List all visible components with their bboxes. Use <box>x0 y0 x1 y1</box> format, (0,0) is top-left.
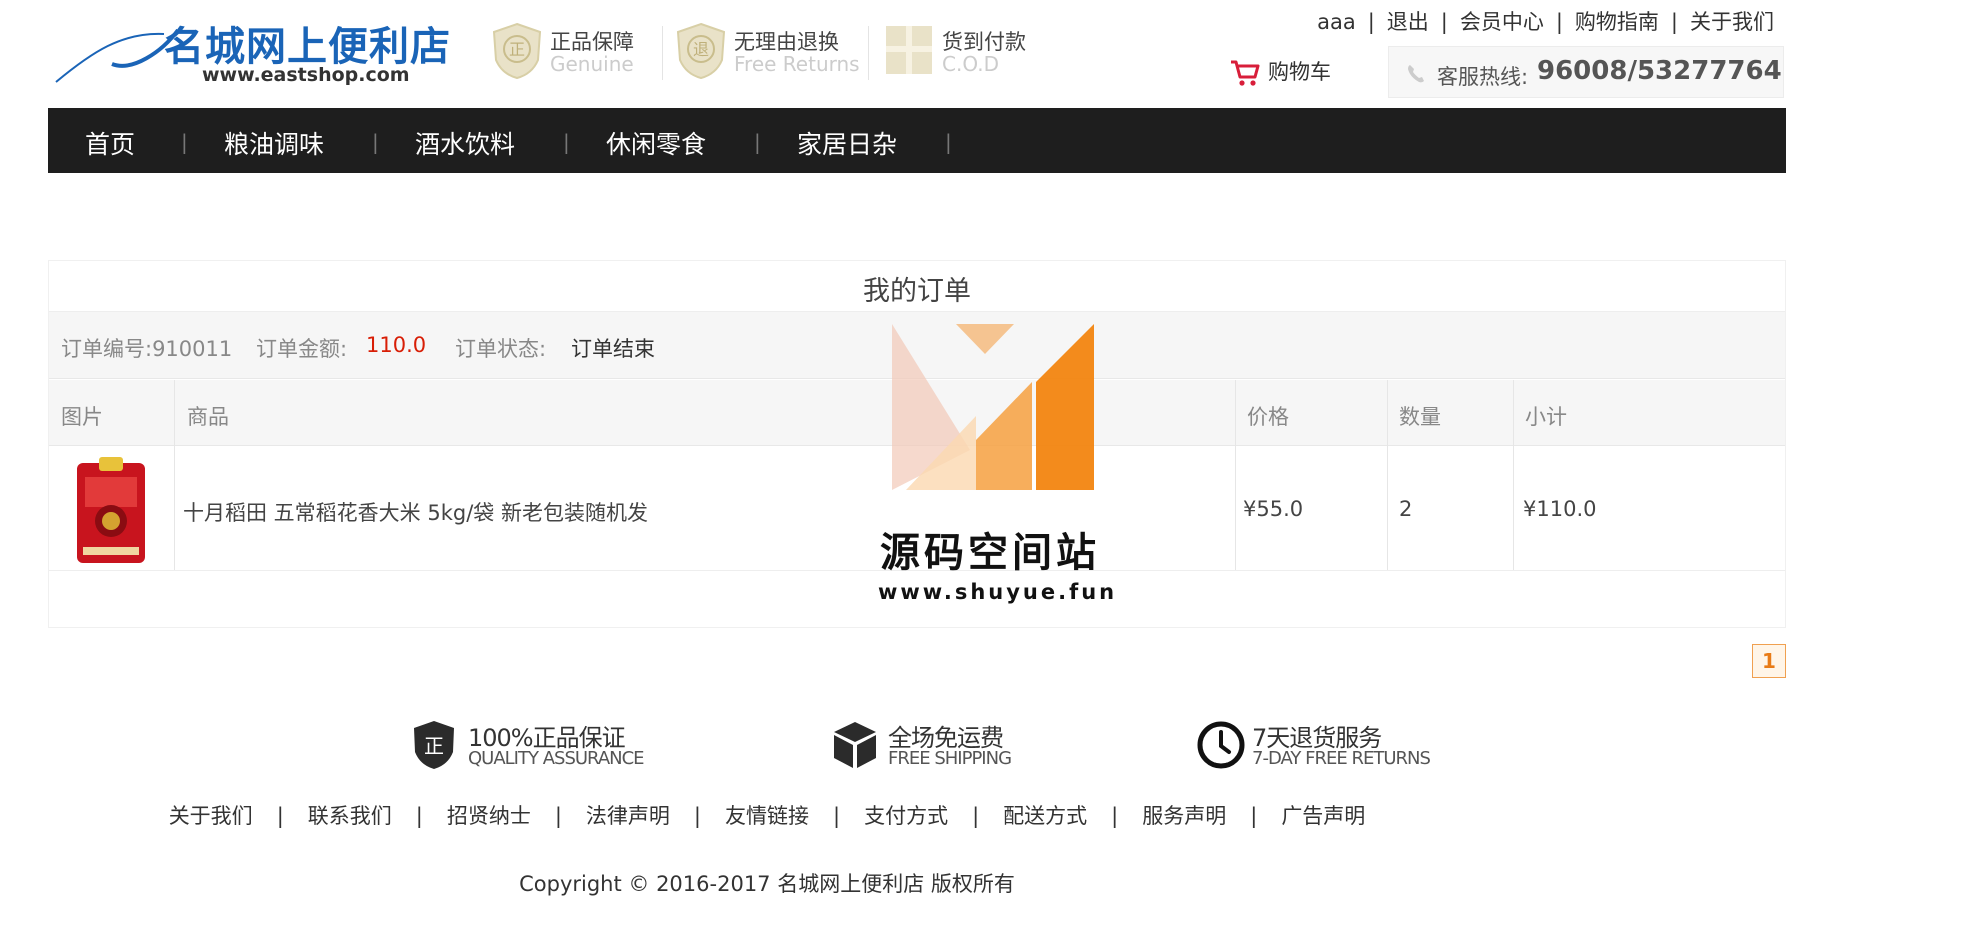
footer-link-friends[interactable]: 友情链接 <box>725 804 809 828</box>
member-center-link[interactable]: 会员中心 <box>1460 10 1544 34</box>
svg-text:正: 正 <box>509 40 525 59</box>
package-box-icon <box>834 722 876 768</box>
footer-link-contact[interactable]: 联系我们 <box>308 804 392 828</box>
watermark-url: www.shuyue.fun <box>878 580 1118 604</box>
footer-link-payment[interactable]: 支付方式 <box>864 804 948 828</box>
service-shipping: 全场免运费 FREE SHIPPING <box>832 718 1052 774</box>
link-separator: | <box>972 804 980 828</box>
product-price: ¥55.0 <box>1243 497 1304 521</box>
link-separator: | <box>1250 804 1258 828</box>
watermark-title: 源码空间站 <box>880 530 1100 576</box>
column-header-image: 图片 <box>61 405 103 429</box>
hotline-number: 96008/53277764 <box>1537 56 1782 86</box>
service-quality-en: QUALITY ASSURANCE <box>468 748 645 769</box>
guarantee-returns-en: Free Returns <box>734 52 860 76</box>
site-logo[interactable]: 名城网上便利店 www.eastshop.com <box>52 12 452 88</box>
guarantee-cod: 货到付款 C.O.D <box>884 22 1044 84</box>
quality-shield-icon: 正 <box>414 721 454 769</box>
link-separator: | <box>833 804 841 828</box>
footer-link-service[interactable]: 服务声明 <box>1142 804 1226 828</box>
column-header-product: 商品 <box>187 405 229 429</box>
link-separator: | <box>693 804 701 828</box>
order-status-label: 订单状态: <box>455 337 547 361</box>
product-subtotal: ¥110.0 <box>1523 497 1597 521</box>
cart-label: 购物车 <box>1268 60 1331 84</box>
nav-item-grain-oil[interactable]: 粮油调味 <box>224 125 324 161</box>
cart-link[interactable]: 购物车 <box>1230 56 1331 87</box>
service-shipping-en: FREE SHIPPING <box>888 748 1012 769</box>
link-separator: | <box>1670 10 1678 34</box>
return-shield-icon: 退 <box>676 22 726 80</box>
service-returns: 7天退货服务 7-DAY FREE RETURNS <box>1196 718 1456 774</box>
link-separator: | <box>1111 804 1119 828</box>
footer-links: 关于我们 | 联系我们 | 招贤纳士 | 法律声明 | 友情链接 | 支付方式 | 配送方式 | 服务声明 |… <box>0 800 1974 830</box>
guarantee-divider <box>662 26 663 80</box>
guarantee-genuine: 正 正品保障 Genuine <box>492 22 652 84</box>
nav-item-drinks[interactable]: 酒水饮料 <box>415 125 515 161</box>
link-separator: | <box>1555 10 1563 34</box>
svg-text:正: 正 <box>424 734 444 758</box>
link-separator: | <box>554 804 562 828</box>
service-quality: 正 100%正品保证 QUALITY ASSURANCE <box>412 718 652 774</box>
svg-text:退: 退 <box>693 40 709 59</box>
gift-box-icon <box>886 26 932 74</box>
nav-item-household[interactable]: 家居日杂 <box>797 125 897 161</box>
genuine-shield-icon: 正 <box>492 22 542 80</box>
service-returns-en: 7-DAY FREE RETURNS <box>1252 748 1431 769</box>
phone-icon <box>1408 65 1424 83</box>
clock-icon <box>1197 721 1245 769</box>
page-title: 我的订单 <box>863 276 971 307</box>
guarantee-genuine-en: Genuine <box>550 52 634 76</box>
product-name[interactable]: 十月稻田 五常稻花香大米 5kg/袋 新老包装随机发 <box>183 497 648 527</box>
nav-separator: | <box>754 130 761 154</box>
link-separator: | <box>415 804 423 828</box>
nav-separator: | <box>372 130 379 154</box>
footer-link-delivery[interactable]: 配送方式 <box>1003 804 1087 828</box>
link-separator: | <box>1367 10 1375 34</box>
column-header-subtotal: 小计 <box>1525 405 1567 429</box>
column-header-quantity: 数量 <box>1399 405 1441 429</box>
nav-separator: | <box>181 130 188 154</box>
order-amount-value: 110.0 <box>366 333 427 357</box>
guarantee-divider <box>868 26 869 80</box>
order-status-value: 订单结束 <box>571 337 655 361</box>
link-separator: | <box>276 804 284 828</box>
footer-link-about[interactable]: 关于我们 <box>169 804 253 828</box>
hotline-label: 客服热线: <box>1437 65 1529 89</box>
link-separator: | <box>1440 10 1448 34</box>
shopping-cart-icon <box>1231 60 1260 86</box>
about-us-link[interactable]: 关于我们 <box>1690 10 1774 34</box>
product-quantity: 2 <box>1399 497 1413 521</box>
copyright: Copyright © 2016-2017 名城网上便利店 版权所有 <box>519 872 1015 896</box>
shopping-guide-link[interactable]: 购物指南 <box>1575 10 1659 34</box>
guarantee-returns: 退 无理由退换 Free Returns <box>676 22 866 84</box>
nav-item-snacks[interactable]: 休闲零食 <box>606 125 706 161</box>
nav-separator: | <box>945 130 952 154</box>
logout-link[interactable]: 退出 <box>1387 10 1429 34</box>
top-links: aaa | 退出 | 会员中心 | 购物指南 | 关于我们 <box>1317 6 1774 36</box>
nav-separator: | <box>563 130 570 154</box>
order-amount-label: 订单金额: <box>256 337 348 361</box>
pagination-page-current[interactable]: 1 <box>1752 644 1786 678</box>
rice-bag-image[interactable] <box>75 457 147 567</box>
logo-url: www.eastshop.com <box>202 64 410 86</box>
main-nav: 首页 | 粮油调味 | 酒水饮料 | 休闲零食 | 家居日杂 | <box>48 108 1786 173</box>
order-number: 订单编号:910011 <box>61 337 233 361</box>
logo-swoosh-icon <box>55 28 180 83</box>
column-header-price: 价格 <box>1247 405 1289 429</box>
username-link[interactable]: aaa <box>1317 10 1356 34</box>
footer-link-jobs[interactable]: 招贤纳士 <box>447 804 531 828</box>
footer-link-ads[interactable]: 广告声明 <box>1281 804 1365 828</box>
hotline-box: 客服热线: 96008/53277764 <box>1388 46 1784 98</box>
nav-item-home[interactable]: 首页 <box>85 125 135 161</box>
footer-link-legal[interactable]: 法律声明 <box>586 804 670 828</box>
guarantee-cod-en: C.O.D <box>942 52 1000 76</box>
